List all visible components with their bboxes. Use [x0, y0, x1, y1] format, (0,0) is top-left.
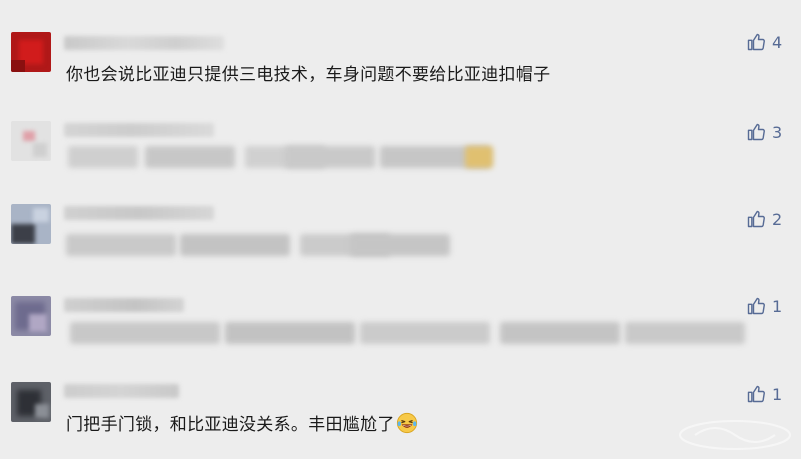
comment-text: 你也会说比亚迪只提供三电技术，车身问题不要给比亚迪扣帽子	[66, 65, 551, 85]
like-count: 1	[772, 296, 783, 316]
comment-text-blurred	[60, 322, 750, 344]
like-count: 1	[772, 384, 783, 404]
avatar[interactable]	[11, 296, 51, 336]
comment-item: 你也会说比亚迪只提供三电技术，车身问题不要给比亚迪扣帽子 4	[0, 0, 801, 90]
comment-list: 你也会说比亚迪只提供三电技术，车身问题不要给比亚迪扣帽子 4 3 2 1 门把手…	[0, 0, 801, 459]
thumbs-up-icon	[747, 123, 765, 141]
like-button[interactable]: 1	[746, 294, 782, 318]
username-blurred	[64, 123, 214, 137]
thumbs-up-icon	[747, 33, 765, 51]
like-button[interactable]: 1	[746, 382, 782, 406]
like-button[interactable]: 4	[746, 30, 782, 54]
username-blurred	[64, 36, 224, 50]
username-blurred	[64, 206, 214, 220]
avatar[interactable]	[11, 121, 51, 161]
avatar[interactable]	[11, 204, 51, 244]
like-count: 4	[772, 32, 783, 52]
like-count: 2	[772, 209, 783, 229]
comment-text-blurred	[60, 146, 500, 168]
thumbs-up-icon	[747, 385, 765, 403]
username-blurred	[64, 384, 179, 398]
comment-item: 1	[0, 266, 801, 356]
username-blurred	[64, 298, 184, 312]
thumbs-up-icon	[747, 297, 765, 315]
comment-item: 3	[0, 90, 801, 180]
like-button[interactable]: 2	[746, 207, 782, 231]
like-count: 3	[772, 122, 783, 142]
avatar[interactable]	[11, 382, 51, 422]
thumbs-up-icon	[747, 210, 765, 228]
comment-text-blurred	[60, 234, 460, 256]
avatar[interactable]	[11, 32, 51, 72]
like-button[interactable]: 3	[746, 120, 782, 144]
watermark-logo	[679, 420, 791, 450]
laughing-tears-emoji-icon	[396, 412, 417, 434]
comment-item: 2	[0, 176, 801, 266]
comment-text-content: 门把手门锁，和比亚迪没关系。丰田尴尬了	[66, 415, 395, 435]
comment-text: 门把手门锁，和比亚迪没关系。丰田尴尬了	[66, 410, 418, 435]
